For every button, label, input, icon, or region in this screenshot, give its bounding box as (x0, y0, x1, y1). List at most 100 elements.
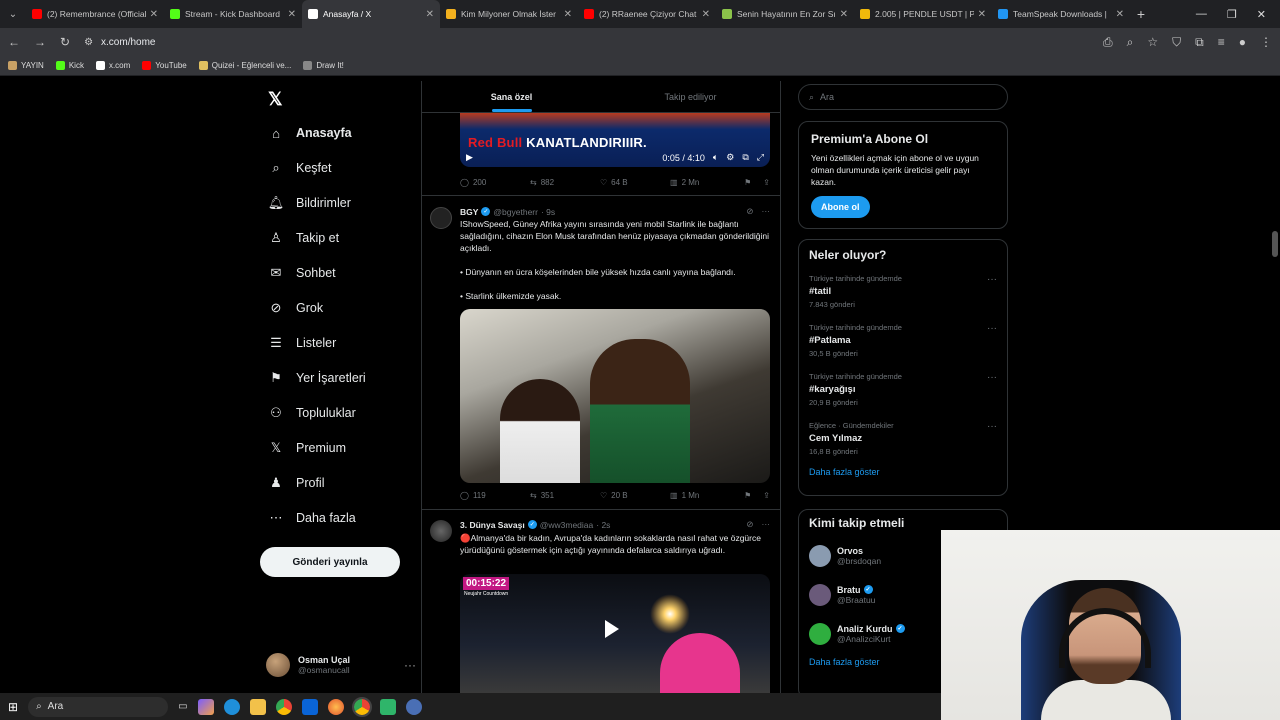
new-tab-button[interactable]: + (1130, 6, 1152, 22)
volume-icon[interactable]: 🔈︎ (713, 152, 718, 163)
maximize-icon[interactable]: ❐ (1227, 8, 1237, 21)
browser-tab[interactable]: (2) Remembrance (Official ✕ (26, 0, 164, 28)
like-button[interactable]: ♡ 64 B (600, 178, 670, 187)
scrollbar[interactable] (1272, 231, 1278, 257)
close-tab-icon[interactable]: ✕ (978, 9, 986, 20)
share-icon[interactable]: ⇪ (763, 178, 770, 187)
reply-button[interactable]: ◯ 200 (460, 178, 530, 187)
nav-item-grok[interactable]: ⊘ Grok (268, 293, 324, 323)
bookmark-item[interactable]: YouTube (142, 61, 187, 70)
taskbar-search[interactable]: ⌕ Ara (28, 696, 169, 717)
share-icon[interactable]: ⇪ (763, 491, 770, 500)
outlook-icon[interactable] (301, 698, 318, 715)
trend-item[interactable]: Türkiye tarihinde gündemde #karyağışı 20,9… (809, 372, 997, 421)
browser-tab[interactable]: (2) RRaenee Çiziyor Chat ✕ (578, 0, 716, 28)
video-player[interactable]: Red Bull KANATLANDIRIIIR. ▶ 0:05 / 4:10 … (460, 113, 770, 167)
browser-tab[interactable]: Anasayfa / X ✕ (302, 0, 440, 28)
nav-item-communities[interactable]: ⚇ Topluluklar (268, 398, 356, 428)
bookmark-icon[interactable]: ⚑ (744, 491, 751, 500)
reply-button[interactable]: ◯ 119 (460, 491, 530, 500)
reload-icon[interactable]: ↻ (60, 35, 70, 49)
close-tab-icon[interactable]: ✕ (702, 9, 710, 20)
close-tab-icon[interactable]: ✕ (426, 9, 434, 20)
bookmark-icon[interactable]: ⚑ (744, 178, 751, 187)
bookmark-item[interactable]: Kick (55, 61, 84, 70)
copilot-icon[interactable] (197, 698, 214, 715)
views-button[interactable]: ▥ 1 Mn (670, 491, 740, 500)
profile-avatar-icon[interactable]: ● (1239, 35, 1246, 50)
close-tab-icon[interactable]: ✕ (150, 9, 158, 20)
post-image[interactable] (460, 309, 770, 483)
repost-button[interactable]: ⇆ 882 (530, 178, 600, 187)
bookmark-item[interactable]: x.com (95, 61, 130, 70)
chrome-icon[interactable] (275, 698, 292, 715)
windows-start-icon[interactable]: ⊞ (8, 700, 18, 714)
more-icon[interactable]: ··· (404, 658, 416, 672)
zoom-icon[interactable]: ⌕ (1127, 35, 1134, 50)
chrome-active-icon[interactable] (351, 696, 372, 717)
file-explorer-icon[interactable] (249, 698, 266, 715)
browser-tab[interactable]: 2.005 | PENDLE USDT | Pe ✕ (854, 0, 992, 28)
star-icon[interactable]: ☆ (1147, 35, 1158, 50)
back-icon[interactable]: ← (8, 35, 20, 49)
close-tab-icon[interactable]: ✕ (288, 9, 296, 20)
x-logo-icon[interactable]: 𝕏 (268, 89, 283, 110)
views-button[interactable]: ▥ 2 Mn (670, 178, 740, 187)
more-icon[interactable]: ··· (987, 372, 997, 383)
subscribe-button[interactable]: Abone ol (811, 196, 870, 218)
more-icon[interactable]: ··· (987, 421, 997, 432)
nav-item-more-circle[interactable]: ⋯ Daha fazla (268, 503, 356, 533)
shield-icon[interactable]: ⛉ (1172, 35, 1181, 50)
nav-item-home[interactable]: ⌂ Anasayfa (268, 118, 352, 148)
play-icon[interactable]: ▶ (466, 152, 473, 163)
author-name[interactable]: BGY (460, 207, 478, 217)
trend-item[interactable]: Türkiye tarihinde gündemde #tatil 7.843 gö… (809, 274, 997, 323)
close-tab-icon[interactable]: ✕ (1116, 9, 1124, 20)
browser-tab[interactable]: Senin Hayatının En Zor Sı ✕ (716, 0, 854, 28)
menu-icon[interactable]: ⋮ (1260, 35, 1272, 50)
media-icon[interactable]: ≡ (1218, 35, 1225, 50)
like-button[interactable]: ♡ 20 B (600, 491, 670, 500)
settings-icon[interactable]: ⚙ (726, 152, 734, 163)
post-button[interactable]: Gönderi yayınla (260, 547, 400, 577)
browser-tab[interactable]: TeamSpeak Downloads | ✕ (992, 0, 1130, 28)
pip-icon[interactable]: ⧉ (742, 152, 748, 163)
browser-tab[interactable]: Kim Milyoner Olmak İster ✕ (440, 0, 578, 28)
more-icon[interactable]: ··· (762, 519, 771, 530)
nav-item-mail[interactable]: ✉ Sohbet (268, 258, 336, 288)
tab-for-you[interactable]: Sana özel (422, 81, 601, 112)
address-bar[interactable]: x.com/home (101, 37, 155, 48)
firefox-icon[interactable] (327, 698, 344, 715)
author-handle[interactable]: @bgyetherr (493, 207, 538, 217)
grok-icon[interactable]: ⊘ (746, 519, 753, 530)
extensions-icon[interactable]: ⧉ (1195, 35, 1204, 50)
trend-item[interactable]: Eğlence · Gündemdekiler Cem Yılmaz 16,8 B … (809, 421, 997, 470)
browser-tab[interactable]: Stream - Kick Dashboard ✕ (164, 0, 302, 28)
tab-following[interactable]: Takip ediliyor (601, 81, 780, 112)
nav-item-search[interactable]: ⌕ Keşfet (268, 153, 331, 183)
site-info-icon[interactable]: ⚙ (84, 37, 93, 48)
more-icon[interactable]: ··· (987, 323, 997, 334)
minimize-icon[interactable]: — (1196, 8, 1207, 21)
avatar[interactable] (430, 520, 452, 542)
nav-item-bookmark[interactable]: ⚑ Yer İşaretleri (268, 363, 366, 393)
play-icon[interactable] (605, 620, 619, 638)
tab-search-icon[interactable]: ⌄ (0, 0, 26, 28)
nav-item-list[interactable]: ☰ Listeler (268, 328, 336, 358)
close-tab-icon[interactable]: ✕ (840, 9, 848, 20)
bookmark-item[interactable]: Draw It! (303, 61, 344, 70)
more-icon[interactable]: ··· (762, 206, 771, 217)
trend-item[interactable]: Türkiye tarihinde gündemde #Patlama 30,5 B… (809, 323, 997, 372)
search-input[interactable]: ⌕ Ara (798, 84, 1008, 110)
nav-item-x-logo[interactable]: 𝕏 Premium (268, 433, 346, 463)
more-icon[interactable]: ··· (987, 274, 997, 285)
task-view-icon[interactable]: ▭ (178, 701, 187, 712)
avatar[interactable] (430, 207, 452, 229)
nav-item-profile[interactable]: ♟ Profil (268, 468, 324, 498)
repost-button[interactable]: ⇆ 351 (530, 491, 600, 500)
post-video[interactable]: 00:15:22 Neujahr Countdown (460, 574, 770, 693)
nav-item-bell[interactable]: 🔔︎ Bildirimler (268, 188, 351, 218)
nav-item-add-person[interactable]: ♙ Takip et (268, 223, 339, 253)
fullscreen-icon[interactable]: ⤢ (757, 152, 764, 163)
bookmark-item[interactable]: Quizei - Eğlenceli ve... (198, 61, 291, 70)
